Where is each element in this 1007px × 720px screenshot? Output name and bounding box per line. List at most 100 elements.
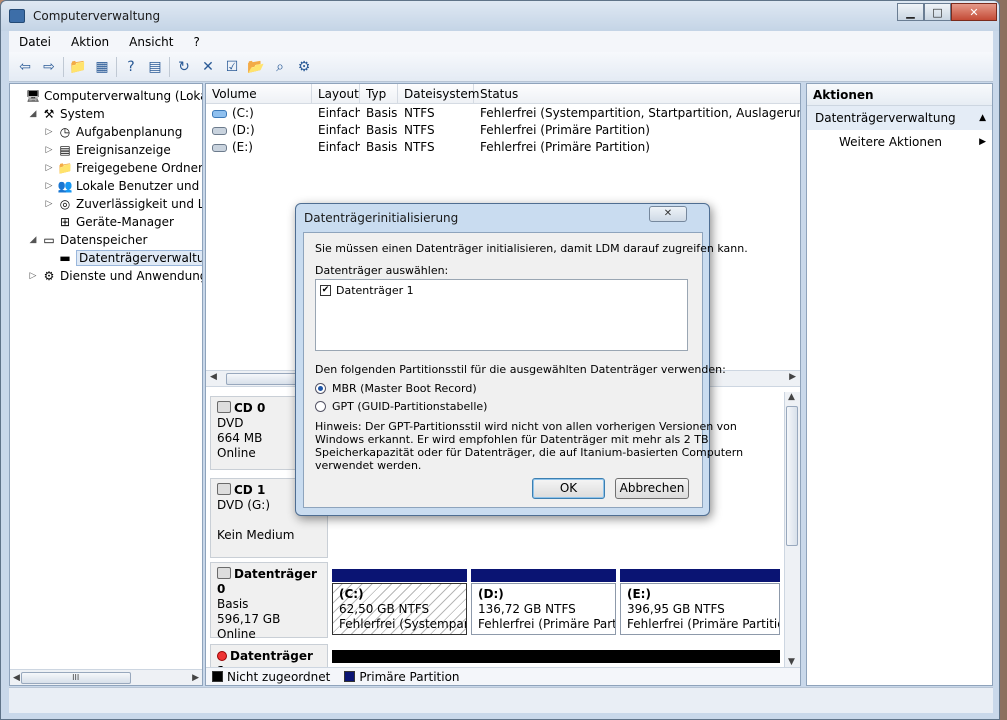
console-icon[interactable]: ▤ (145, 57, 165, 77)
help-icon[interactable]: ? (121, 57, 141, 77)
properties-icon[interactable]: ☑ (222, 57, 242, 77)
disk-1-checkbox[interactable]: ✔ (320, 285, 331, 296)
tree-item[interactable]: ▷ ⚙ Dienste und Anwendungen (28, 267, 202, 285)
scroll-left-icon[interactable]: ◀ (210, 372, 217, 382)
open-icon[interactable]: 📂 (246, 57, 266, 77)
tree-item[interactable]: 🖥 Computerverwaltung (Lokal) (12, 87, 202, 105)
tree-item[interactable]: ▷ ▤ Ereignisanzeige (44, 141, 171, 159)
scroll-right-icon[interactable]: ▶ (192, 673, 199, 683)
cd-drive-icon (217, 401, 231, 413)
disk-error-icon (217, 651, 227, 661)
partition-style-label: Den folgenden Partitionsstil für die aus… (315, 363, 726, 376)
mbr-label[interactable]: MBR (Master Boot Record) (332, 382, 477, 395)
initialize-disk-dialog: Datenträgerinitialisierung ✕ Sie müssen … (295, 203, 748, 516)
disk-1-label[interactable]: Datenträger 1 (336, 284, 414, 297)
cancel-button[interactable]: Abbrechen (615, 478, 689, 499)
scroll-thumb[interactable]: III (20, 671, 131, 684)
scroll-thumb[interactable] (786, 406, 798, 546)
column-header-volume[interactable]: Volume (206, 84, 312, 104)
minimize-button[interactable]: ▁ (897, 3, 924, 21)
tree-item[interactable]: ▷ 📁 Freigegebene Ordner (44, 159, 202, 177)
back-icon[interactable]: ⇦ (15, 57, 35, 77)
expand-icon[interactable]: ◢ (28, 109, 38, 119)
action-more-actions[interactable]: Weitere Aktionen ▶ (807, 130, 992, 154)
drive-icon (212, 126, 227, 135)
collapse-icon[interactable]: ▲ (979, 106, 986, 130)
navigation-tree-pane: 🖥 Computerverwaltung (Lokal) ◢ ⚒ System ▷ ◷ Auf… (9, 83, 203, 686)
tree-item[interactable]: ▷ ◎ Zuverlässigkeit und Leis (44, 195, 202, 213)
tree-item-label: System (60, 107, 105, 121)
actions-section-label: Datenträgerverwaltung (815, 111, 956, 125)
show-tree-icon[interactable]: ▦ (92, 57, 112, 77)
maximize-button[interactable]: □ (924, 3, 951, 21)
menu-datei[interactable]: Datei (9, 35, 61, 49)
tree-horizontal-scrollbar[interactable]: ◀ III ▶ (10, 669, 202, 685)
mbr-radio[interactable] (315, 383, 326, 394)
expand-icon[interactable]: ▷ (44, 145, 54, 155)
volume-row[interactable]: (E:) Einfach Basis NTFS Fehlerfrei (Primäre … (206, 139, 800, 156)
tree-item[interactable]: ▷ ◷ Aufgabenplanung (44, 123, 183, 141)
drive-icon (212, 143, 227, 152)
expand-icon[interactable]: ▷ (44, 181, 54, 191)
menu-ansicht[interactable]: Ansicht (119, 35, 183, 49)
volume-cell-volume: (D:) (206, 122, 312, 139)
up-folder-icon[interactable]: 📁 (68, 57, 88, 77)
expand-icon[interactable]: ▷ (28, 271, 38, 281)
expand-icon[interactable]: ▷ (44, 199, 54, 209)
scroll-left-icon[interactable]: ◀ (13, 673, 20, 683)
settings-icon[interactable]: ⚙ (294, 57, 314, 77)
volume-cell-fs: NTFS (404, 106, 435, 120)
partition-c[interactable]: (C:) 62,50 GB NTFS Fehlerfrei (Systempar… (332, 583, 467, 635)
actions-header: Aktionen (807, 84, 992, 106)
close-button[interactable]: ✕ (951, 3, 997, 21)
menu-aktion[interactable]: Aktion (61, 35, 119, 49)
title-bar[interactable]: Computerverwaltung ▁ □ ✕ (1, 1, 999, 31)
gpt-label[interactable]: GPT (GUID-Partitionstabelle) (332, 400, 487, 413)
partition-label: (D:) (478, 587, 504, 601)
menu-help[interactable]: ? (183, 35, 209, 49)
volume-cell-status: Fehlerfrei (Systempartition, Startpartit… (480, 106, 800, 120)
tree-item-label: Zuverlässigkeit und Leis (76, 197, 202, 211)
actions-section-disk-management[interactable]: Datenträgerverwaltung ▲ (807, 106, 992, 130)
scroll-down-icon[interactable]: ▼ (788, 657, 795, 667)
column-header-layout[interactable]: Layout (312, 84, 360, 104)
refresh-icon[interactable]: ↻ (174, 57, 194, 77)
expand-icon[interactable]: ◢ (28, 235, 38, 245)
partition-d[interactable]: (D:) 136,72 GB NTFS Fehlerfrei (Primäre … (471, 583, 616, 635)
column-header-status[interactable]: Status (474, 84, 800, 104)
tree-item-label: Geräte-Manager (76, 215, 174, 229)
volume-row[interactable]: (D:) Einfach Basis NTFS Fehlerfrei (Primäre … (206, 122, 800, 139)
computer-icon: 🖥 (25, 89, 41, 103)
disk-view-vertical-scrollbar[interactable]: ▲ ▼ (784, 392, 800, 667)
tree-item[interactable]: ▬ Datenträgerverwaltung (44, 249, 202, 267)
volume-cell-layout: Einfach (318, 106, 360, 120)
gpt-radio[interactable] (315, 401, 326, 412)
dialog-close-button[interactable]: ✕ (649, 206, 687, 222)
volume-cell-volume: (E:) (206, 139, 312, 156)
forward-icon[interactable]: ⇨ (39, 57, 59, 77)
ok-button[interactable]: OK (532, 478, 605, 499)
tree-item-label: Ereignisanzeige (76, 143, 171, 157)
tree-item[interactable]: ⊞ Geräte-Manager (44, 213, 174, 231)
volume-row[interactable]: (C:) Einfach Basis NTFS Fehlerfrei (Systempa… (206, 105, 800, 122)
partition-e[interactable]: (E:) 396,95 GB NTFS Fehlerfrei (Primäre … (620, 583, 780, 635)
column-header-dateisystem[interactable]: Dateisystem (398, 84, 479, 104)
scroll-right-icon[interactable]: ▶ (789, 372, 796, 382)
delete-icon[interactable]: ✕ (198, 57, 218, 77)
partition-size: 136,72 GB NTFS (478, 602, 576, 616)
tree-item[interactable]: ◢ ▭ Datenspeicher (28, 231, 148, 249)
column-header-typ[interactable]: Typ (360, 84, 398, 104)
disk-select-list[interactable]: ✔ Datenträger 1 (315, 279, 688, 351)
scroll-up-icon[interactable]: ▲ (788, 392, 795, 402)
volume-cell-layout: Einfach (318, 140, 360, 154)
dialog-title: Datenträgerinitialisierung (304, 211, 459, 225)
disk-label-disk0[interactable]: Datenträger 0 Basis 596,17 GB Online (210, 562, 328, 641)
volume-cell-typ: Basis (366, 106, 398, 120)
tree-item[interactable]: ▷👥Lokale Benutzer und Gr (44, 177, 202, 195)
expand-icon[interactable]: ▷ (44, 127, 54, 137)
expand-icon[interactable]: ▷ (44, 163, 54, 173)
search-icon[interactable]: ⌕ (270, 57, 290, 77)
tree-item[interactable]: ◢ ⚒ System (28, 105, 105, 123)
legend-swatch-primary (344, 671, 356, 682)
volume-cell-status: Fehlerfrei (Primäre Partition) (480, 140, 650, 154)
